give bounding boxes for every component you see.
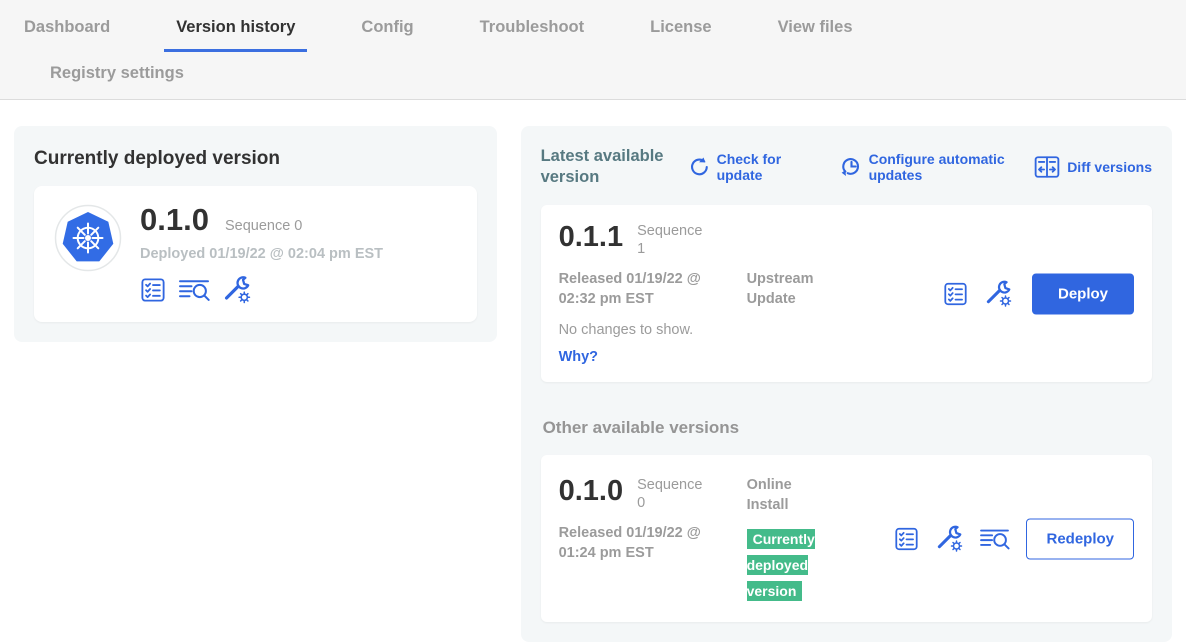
currently-deployed-badge-wrap: Currently deployed version xyxy=(747,527,827,605)
tab-license[interactable]: License xyxy=(638,12,723,52)
deployed-version-number: 0.1.0 xyxy=(140,204,209,235)
deploy-logs-icon[interactable] xyxy=(178,277,210,302)
no-changes-note: No changes to show. xyxy=(559,322,747,338)
configure-automatic-updates-link[interactable]: Configure automatic updates xyxy=(841,151,1019,183)
check-for-update-link[interactable]: Check for update xyxy=(689,151,797,183)
edit-config-icon[interactable] xyxy=(935,525,963,553)
tab-config[interactable]: Config xyxy=(349,12,425,52)
edit-config-icon[interactable] xyxy=(984,280,1012,308)
top-navigation: Dashboard Version history Config Trouble… xyxy=(0,0,1186,100)
other-version-number: 0.1.0 xyxy=(559,476,624,506)
check-for-update-label: Check for update xyxy=(717,151,797,183)
preflight-checks-icon[interactable] xyxy=(894,526,919,551)
other-source-label: Online Install xyxy=(747,476,833,515)
other-sequence-label: Sequence 0 xyxy=(637,476,709,512)
latest-version-card: 0.1.1 Sequence 1 Released 01/19/22 @ 02:… xyxy=(541,205,1152,382)
tab-registry-settings[interactable]: Registry settings xyxy=(38,58,196,89)
preflight-checks-icon[interactable] xyxy=(943,281,968,306)
diff-versions-icon xyxy=(1034,155,1060,179)
diff-versions-label: Diff versions xyxy=(1067,159,1152,175)
latest-released-timestamp: Released 01/19/22 @ 02:32 pm EST xyxy=(559,270,717,309)
check-update-icon xyxy=(689,156,710,177)
currently-deployed-title: Currently deployed version xyxy=(34,148,477,170)
auto-update-icon xyxy=(841,156,862,177)
other-version-card: 0.1.0 Sequence 0 Released 01/19/22 @ 01:… xyxy=(541,455,1152,622)
redeploy-button[interactable]: Redeploy xyxy=(1026,518,1134,559)
latest-available-panel: Latest available version Check for updat… xyxy=(521,126,1172,642)
other-available-versions-heading: Other available versions xyxy=(543,418,1152,438)
why-link[interactable]: Why? xyxy=(559,349,747,365)
other-released-timestamp: Released 01/19/22 @ 01:24 pm EST xyxy=(559,524,717,563)
configure-automatic-updates-label: Configure automatic updates xyxy=(869,151,1019,183)
tab-dashboard[interactable]: Dashboard xyxy=(12,12,122,52)
edit-config-icon[interactable] xyxy=(222,275,251,304)
kubernetes-logo xyxy=(54,204,122,272)
diff-versions-link[interactable]: Diff versions xyxy=(1034,155,1152,179)
deployed-timestamp: Deployed 01/19/22 @ 02:04 pm EST xyxy=(140,246,383,262)
deployed-card-body: 0.1.0 Sequence 0 Deployed 01/19/22 @ 02:… xyxy=(140,204,383,304)
tab-troubleshoot[interactable]: Troubleshoot xyxy=(468,12,597,52)
latest-sequence-label: Sequence 1 xyxy=(637,222,709,258)
deployed-sequence-label: Sequence 0 xyxy=(225,218,302,234)
nav-tabs-row-1: Dashboard Version history Config Trouble… xyxy=(0,12,1186,52)
tab-version-history[interactable]: Version history xyxy=(164,12,307,52)
latest-version-number: 0.1.1 xyxy=(559,222,624,252)
deployed-version-card: 0.1.0 Sequence 0 Deployed 01/19/22 @ 02:… xyxy=(34,186,477,322)
deploy-logs-icon[interactable] xyxy=(979,527,1010,551)
currently-deployed-badge: Currently deployed version xyxy=(747,529,815,601)
main-content: Currently deployed version 0.1.0 Sequenc… xyxy=(0,100,1186,642)
tab-view-files[interactable]: View files xyxy=(766,12,865,52)
nav-tabs-row-2: Registry settings xyxy=(0,52,1186,99)
preflight-checks-icon[interactable] xyxy=(140,277,166,303)
currently-deployed-panel: Currently deployed version 0.1.0 Sequenc… xyxy=(14,126,497,342)
latest-available-title: Latest available version xyxy=(541,146,673,187)
deploy-button[interactable]: Deploy xyxy=(1032,273,1134,314)
latest-source-label: Upstream Update xyxy=(747,270,833,365)
